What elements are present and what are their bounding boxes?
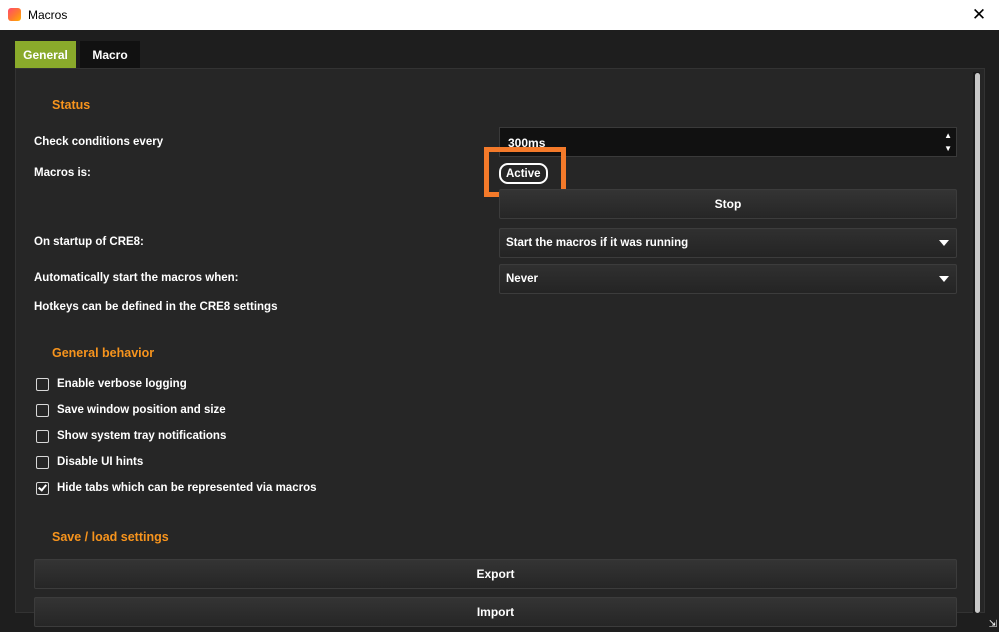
stop-button[interactable]: Stop — [499, 189, 957, 219]
macros-is-label: Macros is: — [34, 167, 91, 179]
option-tray-notifications[interactable]: Show system tray notifications — [36, 429, 226, 443]
window-title: Macros — [28, 8, 68, 22]
resize-grip-icon[interactable]: ⇲ — [989, 619, 997, 630]
arrow-down-icon[interactable]: ▼ — [944, 144, 952, 153]
check-conditions-label: Check conditions every — [34, 136, 164, 148]
close-button[interactable]: ✕ — [959, 0, 999, 30]
tab-macro[interactable]: Macro — [80, 41, 140, 68]
autostart-dropdown[interactable]: Never — [499, 264, 957, 294]
option-label: Enable verbose logging — [57, 378, 187, 390]
checkbox[interactable] — [36, 377, 49, 391]
checkbox[interactable] — [36, 403, 49, 417]
chevron-down-icon — [939, 240, 949, 246]
option-label: Disable UI hints — [57, 456, 144, 468]
autostart-label: Automatically start the macros when: — [34, 272, 239, 284]
check-interval-spinbox[interactable]: 300ms ▲ ▼ — [499, 127, 957, 157]
option-hide-tabs[interactable]: Hide tabs which can be represented via m… — [36, 481, 317, 495]
general-behavior-heading: General behavior — [52, 346, 155, 360]
export-button[interactable]: Export — [34, 559, 957, 589]
import-button[interactable]: Import — [34, 597, 957, 627]
save-load-heading: Save / load settings — [52, 530, 169, 544]
checkbox[interactable] — [36, 455, 49, 469]
chevron-down-icon — [939, 276, 949, 282]
title-bar: Macros ✕ — [0, 0, 999, 30]
startup-label: On startup of CRE8: — [34, 236, 144, 248]
option-save-window-position[interactable]: Save window position and size — [36, 403, 226, 417]
hotkeys-note: Hotkeys can be defined in the CRE8 setti… — [34, 301, 278, 313]
startup-dropdown[interactable]: Start the macros if it was running — [499, 228, 957, 258]
option-verbose-logging[interactable]: Enable verbose logging — [36, 377, 187, 391]
scrollbar-thumb[interactable] — [975, 73, 980, 613]
tab-general[interactable]: General — [15, 41, 76, 68]
startup-dropdown-value: Start the macros if it was running — [506, 237, 689, 249]
option-label: Hide tabs which can be represented via m… — [57, 482, 317, 494]
option-label: Show system tray notifications — [57, 430, 227, 442]
status-heading: Status — [52, 98, 91, 112]
option-disable-ui-hints[interactable]: Disable UI hints — [36, 455, 143, 469]
checkbox-checked[interactable] — [36, 481, 49, 495]
autostart-dropdown-value: Never — [506, 273, 538, 285]
option-label: Save window position and size — [57, 404, 226, 416]
arrow-up-icon[interactable]: ▲ — [944, 131, 952, 140]
checkbox[interactable] — [36, 429, 49, 443]
app-logo-icon — [8, 8, 21, 21]
checkmark-icon — [38, 481, 47, 492]
